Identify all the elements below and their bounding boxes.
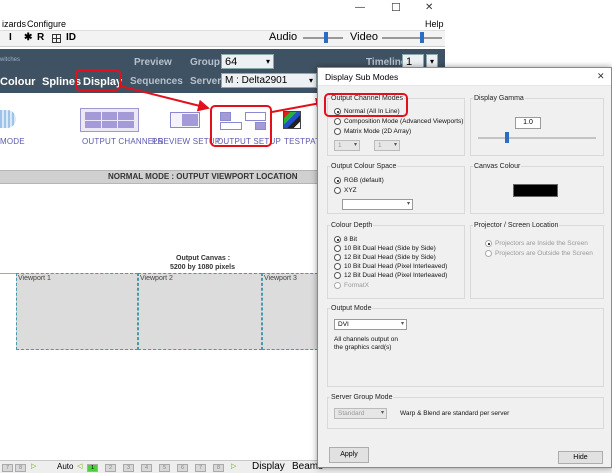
radio-composition-label[interactable]: Composition Mode (Advanced Viewports)	[344, 118, 463, 125]
radio-10bit-pi-label[interactable]: 10 Bit Dual Head (Pixel Interleaved)	[344, 263, 447, 270]
output-colour-space-title: Output Colour Space	[330, 163, 398, 170]
output-mode-select[interactable]: DVI ▾	[334, 319, 407, 330]
radio-8bit[interactable]	[334, 236, 341, 243]
projector-location-title: Projector / Screen Location	[473, 222, 560, 229]
radio-projectors-inside-label[interactable]: Projectors are Inside the Screen	[495, 240, 588, 247]
radio-10bit-sbs[interactable]	[334, 245, 341, 252]
output-mode-title: Output Mode	[330, 305, 373, 312]
radio-xyz[interactable]	[334, 187, 341, 194]
radio-projectors-outside[interactable]	[485, 250, 492, 257]
xyz-select[interactable]: ▾	[342, 199, 413, 210]
radio-projectors-inside[interactable]	[485, 240, 492, 247]
radio-rgb[interactable]	[334, 177, 341, 184]
hide-button[interactable]: Hide	[558, 451, 603, 464]
radio-10bit-sbs-label[interactable]: 10 Bit Dual Head (Side by Side)	[344, 245, 436, 252]
chevron-down-icon: ▾	[400, 321, 404, 327]
dialog-close-icon[interactable]: ✕	[597, 71, 605, 82]
server-group-mode-select[interactable]: Standard ▾	[334, 408, 387, 419]
radio-formatx-label[interactable]: FormatX	[344, 282, 369, 289]
chevron-down-icon: ▾	[380, 410, 384, 416]
gamma-slider[interactable]	[478, 137, 596, 139]
radio-12bit-sbs[interactable]	[334, 254, 341, 261]
radio-matrix-label[interactable]: Matrix Mode (2D Array)	[344, 128, 411, 135]
canvas-colour-swatch[interactable]	[513, 184, 558, 197]
output-mode-description-2: the graphics card(s)	[334, 344, 392, 351]
server-group-mode-description: Warp & Blend are standard per server	[400, 410, 510, 417]
radio-composition[interactable]	[334, 118, 341, 125]
dialog-title: Display Sub Modes	[325, 72, 399, 82]
arrow-display-to-output-setup	[119, 85, 210, 112]
projector-location-group	[470, 225, 604, 299]
radio-matrix[interactable]	[334, 128, 341, 135]
radio-12bit-sbs-label[interactable]: 12 Bit Dual Head (Side by Side)	[344, 254, 436, 261]
colour-depth-title: Colour Depth	[330, 222, 374, 229]
output-mode-description-1: All channels output on	[334, 336, 398, 343]
display-sub-modes-dialog: Display Sub Modes ✕ Output Channel Modes…	[317, 67, 612, 468]
matrix-rows-select[interactable]: 1 ▾	[374, 140, 400, 151]
radio-8bit-label[interactable]: 8 Bit	[344, 236, 357, 243]
chevron-down-icon: ▾	[353, 142, 357, 148]
radio-formatx[interactable]	[334, 282, 341, 289]
matrix-cols-select[interactable]: 1 ▾	[334, 140, 360, 151]
radio-rgb-label[interactable]: RGB (default)	[344, 177, 384, 184]
canvas-colour-title: Canvas Colour	[473, 163, 522, 170]
display-gamma-title: Display Gamma	[473, 95, 525, 102]
chevron-down-icon: ▾	[406, 201, 410, 207]
output-channel-modes-highlight	[324, 93, 408, 117]
chevron-down-icon: ▾	[393, 142, 397, 148]
gamma-slider-thumb[interactable]	[505, 132, 509, 143]
radio-10bit-pi[interactable]	[334, 263, 341, 270]
radio-12bit-pi[interactable]	[334, 272, 341, 279]
radio-xyz-label[interactable]: XYZ	[344, 187, 357, 194]
gamma-input[interactable]: 1.0	[515, 117, 541, 129]
apply-button[interactable]: Apply	[329, 447, 369, 463]
radio-12bit-pi-label[interactable]: 12 Bit Dual Head (Pixel Interleaved)	[344, 272, 447, 279]
server-group-mode-title: Server Group Mode	[330, 394, 394, 401]
radio-projectors-outside-label[interactable]: Projectors are Outside the Screen	[495, 250, 593, 257]
